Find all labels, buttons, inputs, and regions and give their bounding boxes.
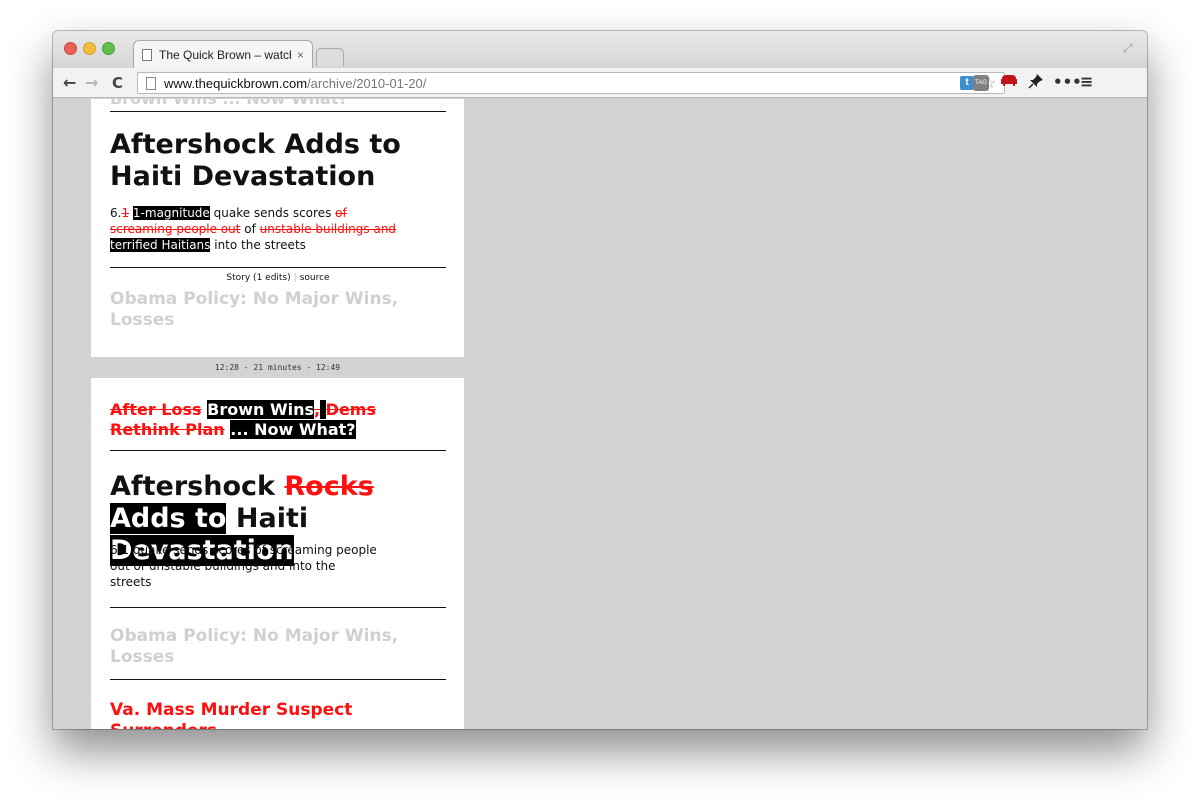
tab-the-quick-brown[interactable]: The Quick Brown – watchin × xyxy=(133,40,313,68)
cut-headline[interactable]: Brown Wins ... Now What? xyxy=(110,99,348,108)
ext-t-icon[interactable]: t xyxy=(960,76,974,90)
dek-text: of xyxy=(240,222,260,236)
story-meta: Story (1 edits) | source xyxy=(110,273,446,283)
dek-text: quake sends scores xyxy=(209,206,336,220)
zoom-window-button[interactable] xyxy=(102,42,115,55)
sofa-icon[interactable] xyxy=(1000,73,1018,91)
inserted-text: terrified Haitians xyxy=(110,238,211,252)
reload-icon[interactable]: C xyxy=(112,74,123,92)
deleted-text: unstable buildings and xyxy=(259,222,397,236)
page-viewport: Brown Wins ... Now What? Aftershock Adds… xyxy=(53,99,1147,729)
new-tab-button[interactable] xyxy=(316,48,344,66)
close-tab-icon[interactable]: × xyxy=(297,48,304,62)
story-edits-link[interactable]: Story (1 edits) xyxy=(226,273,290,283)
divider xyxy=(110,679,446,680)
deleted-text: After Loss xyxy=(110,400,202,419)
tab-strip: The Quick Brown – watchin × ⤢ xyxy=(53,31,1147,68)
inserted-text: Brown Wins xyxy=(207,400,314,419)
browser-toolbar: ← → C www.thequickbrown.com/archive/2010… xyxy=(53,68,1147,98)
lead-dek-diff: 6.1 1-magnitude quake sends scores of sc… xyxy=(110,205,410,253)
meta-separator: | xyxy=(293,273,297,283)
deleted-text: 1 xyxy=(121,206,130,220)
snapshot-card-after: Brown Wins ... Now What? Aftershock Adds… xyxy=(91,99,464,357)
snapshot-card-before: After Loss Brown Wins, Dems Rethink Plan… xyxy=(91,378,464,729)
pin-icon[interactable] xyxy=(1028,73,1044,93)
divider xyxy=(110,267,446,268)
address-bar[interactable]: www.thequickbrown.com/archive/2010-01-20… xyxy=(137,72,1005,94)
forward-arrow-icon[interactable]: → xyxy=(85,73,98,92)
lead-dek: 6.1 quake sends scores of screaming peop… xyxy=(110,543,377,589)
more-icon[interactable]: ••• xyxy=(1053,73,1082,91)
headline-text: Haiti xyxy=(226,503,309,534)
close-window-button[interactable] xyxy=(64,42,77,55)
timeline-label: 12:28 - 21 minutes - 12:49 xyxy=(214,363,341,372)
url-text[interactable]: www.thequickbrown.com/archive/2010-01-20… xyxy=(164,76,426,91)
divider xyxy=(110,450,446,451)
divider xyxy=(110,111,446,112)
page-icon xyxy=(146,77,156,90)
divider xyxy=(110,607,446,608)
inserted-text: ... Now What? xyxy=(230,420,356,439)
page-icon xyxy=(142,48,152,61)
url-host: www.thequickbrown.com xyxy=(164,76,308,91)
breaking-headline[interactable]: Va. Mass Murder Suspect Surrenders xyxy=(110,700,440,729)
inserted-text: Adds to xyxy=(110,503,227,534)
faded-headline[interactable]: Obama Policy: No Major Wins, Losses xyxy=(110,626,440,668)
fullscreen-icon[interactable]: ⤢ xyxy=(1123,41,1137,55)
headline-diff-1[interactable]: After Loss Brown Wins, Dems Rethink Plan… xyxy=(110,400,440,440)
headline-text: Aftershock xyxy=(110,471,285,502)
url-path: /archive/2010-01-20/ xyxy=(307,76,427,91)
inserted-text: 1-magnitude xyxy=(132,206,210,220)
deleted-text: Rocks xyxy=(284,471,374,502)
back-arrow-icon[interactable]: ← xyxy=(63,73,76,92)
menu-icon[interactable]: ≡ xyxy=(1080,73,1093,91)
faded-headline[interactable]: Obama Policy: No Major Wins, Losses xyxy=(110,289,440,331)
tab-title: The Quick Brown – watchin xyxy=(159,47,291,62)
browser-window: The Quick Brown – watchin × ⤢ ← → C www.… xyxy=(53,31,1147,729)
source-link[interactable]: source xyxy=(300,273,330,283)
minimize-window-button[interactable] xyxy=(83,42,96,55)
lead-headline[interactable]: Aftershock Adds to Haiti Devastation xyxy=(110,129,455,193)
tag-icon[interactable]: TAG xyxy=(973,75,989,91)
dek-text: 6. xyxy=(110,206,122,220)
dek-text: into the streets xyxy=(210,238,306,252)
